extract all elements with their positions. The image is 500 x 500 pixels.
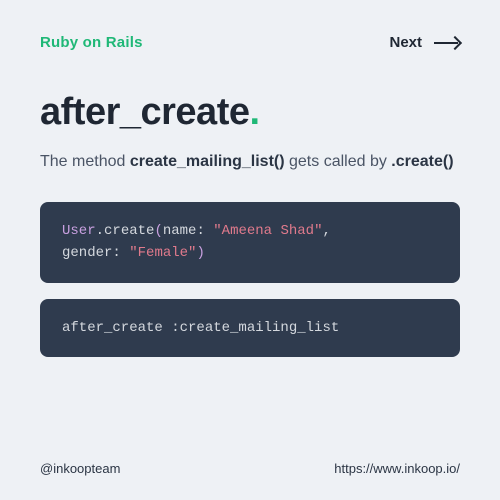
code1-class: User <box>62 223 96 239</box>
arrow-right-icon <box>434 36 460 50</box>
code1-arg2-val: "Female" <box>129 245 196 261</box>
next-button[interactable]: Next <box>389 34 460 51</box>
code-block-2: after_create :create_mailing_list <box>40 299 460 357</box>
code1-lpar: ( <box>154 223 162 239</box>
footer-url: https://www.inkoop.io/ <box>334 461 460 476</box>
code2-callback: after_create <box>62 320 171 336</box>
description: The method create_mailing_list() gets ca… <box>40 150 460 174</box>
next-label: Next <box>389 34 422 51</box>
desc-mid: gets called by <box>285 153 392 170</box>
code1-colon1: : <box>196 223 213 239</box>
footer-handle: @inkoopteam <box>40 461 120 476</box>
header: Ruby on Rails Next <box>40 34 460 51</box>
title-text: after_create <box>40 91 249 133</box>
code1-comma: , <box>322 223 330 239</box>
page-title: after_create. <box>40 91 460 134</box>
code1-method: create <box>104 223 154 239</box>
brand-label: Ruby on Rails <box>40 34 143 51</box>
code1-arg2-key: gender <box>62 245 112 261</box>
desc-caller: .create() <box>391 153 453 170</box>
desc-method: create_mailing_list() <box>130 153 285 170</box>
code2-symbol: :create_mailing_list <box>171 320 339 336</box>
code1-arg1-val: "Ameena Shad" <box>213 223 322 239</box>
code1-dot: . <box>96 223 104 239</box>
code1-rpar: ) <box>196 245 204 261</box>
code1-colon2: : <box>112 245 129 261</box>
code1-arg1-key: name <box>163 223 197 239</box>
desc-pre: The method <box>40 153 130 170</box>
footer: @inkoopteam https://www.inkoop.io/ <box>40 461 460 476</box>
title-dot: . <box>249 91 259 133</box>
code-block-1: User.create(name: "Ameena Shad", gender:… <box>40 202 460 283</box>
